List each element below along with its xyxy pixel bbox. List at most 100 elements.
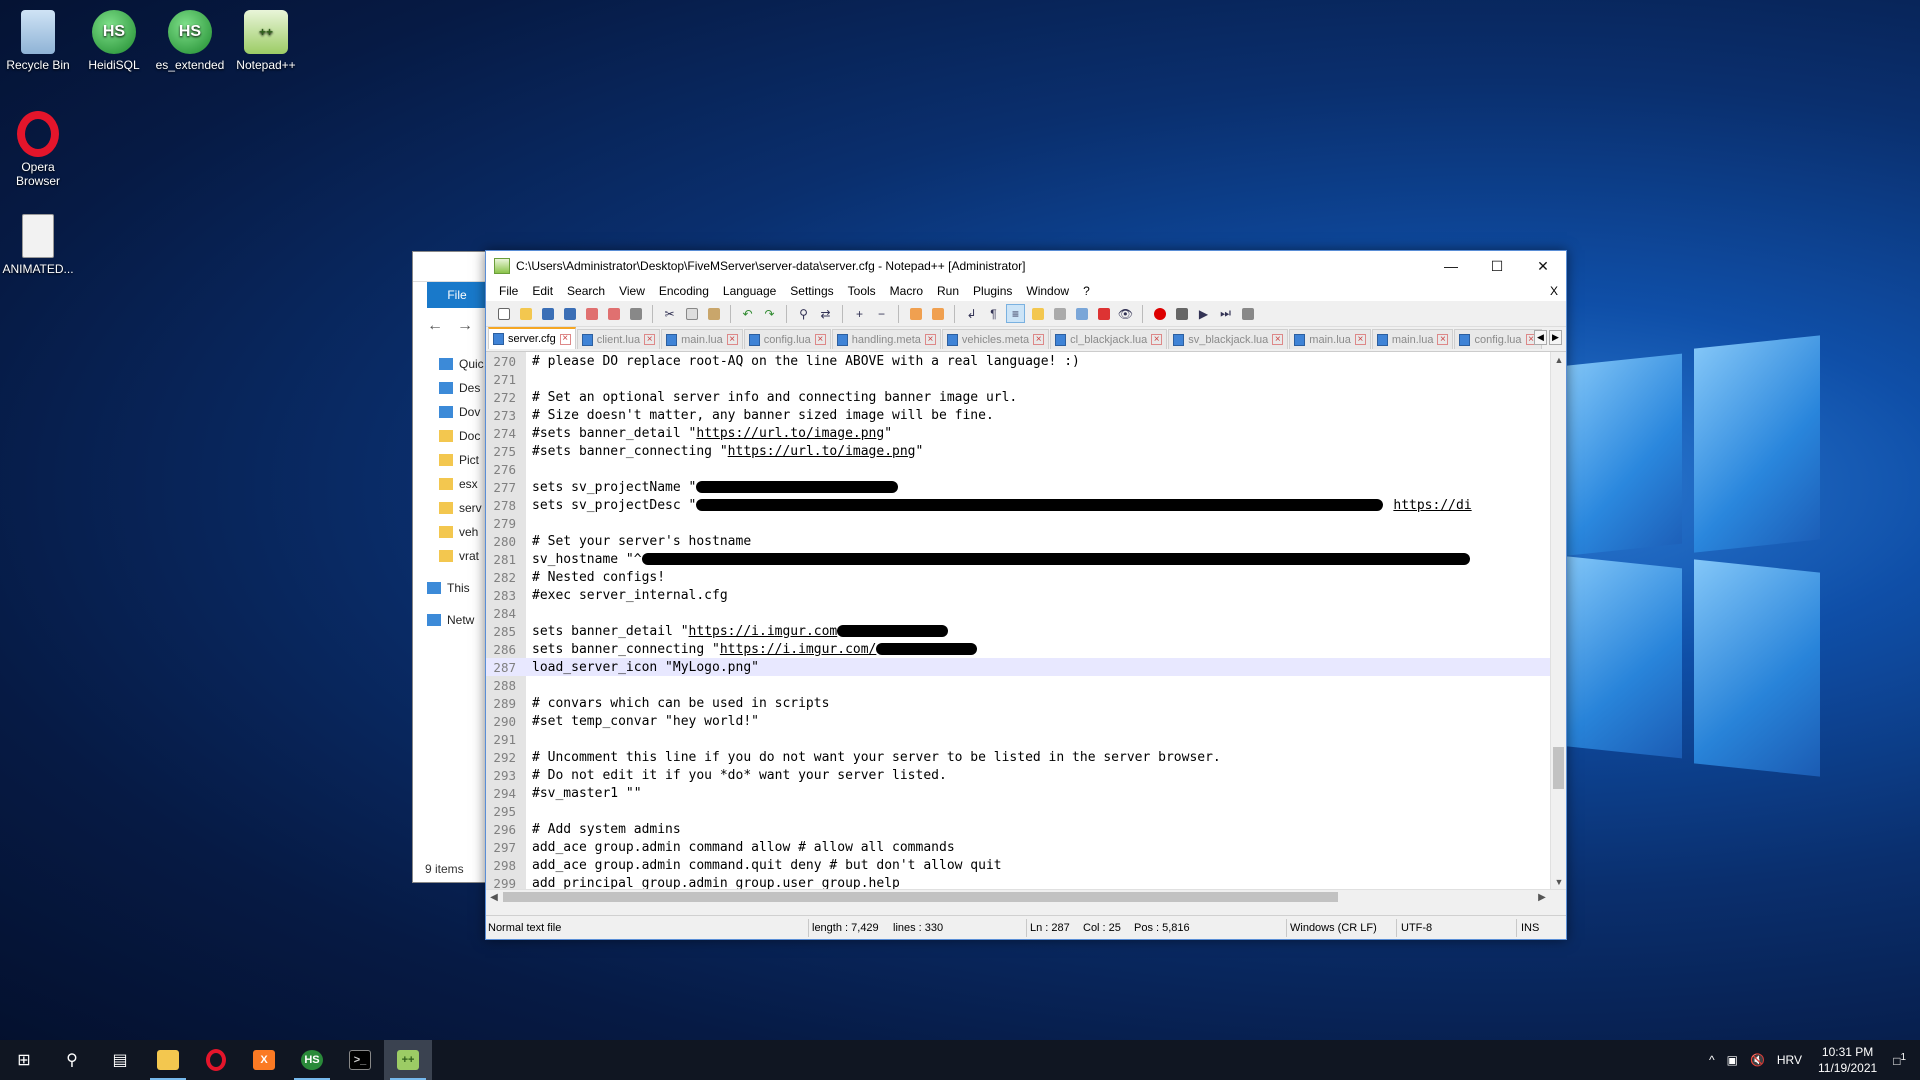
code-line[interactable]: 282 # Nested configs!: [486, 568, 1550, 586]
menu-encoding[interactable]: Encoding: [652, 281, 716, 301]
zoom-out-icon[interactable]: −: [872, 304, 891, 323]
horizontal-scrollbar[interactable]: ◀ ▶: [486, 889, 1566, 904]
monitoring-icon[interactable]: 👁: [1116, 304, 1135, 323]
show-all-characters-icon[interactable]: ¶: [984, 304, 1003, 323]
scrollbar-thumb[interactable]: [503, 892, 1338, 902]
tab-close-icon[interactable]: ×: [1437, 334, 1449, 345]
explorer-title-bar[interactable]: [413, 252, 485, 282]
desktop-icon-es-extended[interactable]: HS es_extended: [152, 4, 228, 72]
tree-item[interactable]: Quic: [413, 352, 485, 376]
new-file-icon[interactable]: [494, 304, 513, 323]
tab-main-lua[interactable]: main.lua ×: [661, 329, 743, 349]
tree-item[interactable]: serv: [413, 496, 485, 520]
desktop-icon-recycle-bin[interactable]: Recycle Bin: [0, 4, 76, 72]
url-link[interactable]: https://url.to/image.png: [696, 426, 884, 441]
opera-icon[interactable]: [192, 1040, 240, 1080]
close-button[interactable]: ✕: [1520, 251, 1566, 281]
explorer-file-tab[interactable]: File: [427, 282, 487, 308]
tree-item[interactable]: Netw: [413, 608, 485, 632]
status-encoding[interactable]: UTF-8: [1401, 922, 1432, 934]
tree-item[interactable]: This: [413, 576, 485, 600]
network-icon[interactable]: ▣: [1721, 1053, 1744, 1067]
menu-tools[interactable]: Tools: [841, 281, 883, 301]
title-bar[interactable]: C:\Users\Administrator\Desktop\FiveMServ…: [486, 251, 1566, 281]
tab-main-lua-2[interactable]: main.lua ×: [1289, 329, 1371, 349]
code-lines[interactable]: 270 # please DO replace root-AQ on the li…: [486, 352, 1550, 892]
print-icon[interactable]: [626, 304, 645, 323]
terminal-icon[interactable]: >_: [336, 1040, 384, 1080]
close-document-button[interactable]: X: [1550, 281, 1558, 301]
code-line[interactable]: 290 #set temp_convar "hey world!": [486, 712, 1550, 730]
indent-guide-icon[interactable]: ≡: [1006, 304, 1025, 323]
code-line[interactable]: 296 # Add system admins: [486, 820, 1550, 838]
scroll-left-icon[interactable]: ◀: [486, 890, 502, 904]
scroll-right-icon[interactable]: ▶: [1534, 890, 1550, 904]
document-list-icon[interactable]: [1094, 304, 1113, 323]
zoom-in-icon[interactable]: +: [850, 304, 869, 323]
tab-config-lua[interactable]: config.lua ×: [743, 329, 831, 349]
code-line[interactable]: 295: [486, 802, 1550, 820]
code-line[interactable]: 272 # Set an optional server info and con…: [486, 388, 1550, 406]
redo-icon[interactable]: ↷: [760, 304, 779, 323]
file-explorer-window[interactable]: File ← → Quic Des Dov Doc Pict esx serv …: [412, 251, 487, 883]
url-link[interactable]: https://url.to/image.png: [728, 444, 916, 459]
run-macro-multiple-icon[interactable]: ⏭: [1216, 304, 1235, 323]
code-line[interactable]: 289 # convars which can be used in script…: [486, 694, 1550, 712]
heidisql-icon[interactable]: HS: [288, 1040, 336, 1080]
tab-server-cfg[interactable]: server.cfg ×: [488, 327, 576, 349]
code-line[interactable]: 270 # please DO replace root-AQ on the li…: [486, 352, 1550, 370]
tab-config-lua-2[interactable]: config.lua ×: [1454, 329, 1542, 349]
sync-vertical-icon[interactable]: [906, 304, 925, 323]
tree-item[interactable]: Pict: [413, 448, 485, 472]
tab-sv-blackjack-lua[interactable]: sv_blackjack.lua ×: [1168, 329, 1289, 349]
tree-item[interactable]: vrat: [413, 544, 485, 568]
close-file-icon[interactable]: [582, 304, 601, 323]
xampp-icon[interactable]: X: [240, 1040, 288, 1080]
menu-edit[interactable]: Edit: [525, 281, 560, 301]
code-line[interactable]: 287 load_server_icon "MyLogo.png": [486, 658, 1550, 676]
cut-icon[interactable]: ✂: [660, 304, 679, 323]
tab-close-icon[interactable]: ×: [924, 334, 936, 345]
scrollbar-thumb[interactable]: [1553, 747, 1564, 789]
menu-plugins[interactable]: Plugins: [966, 281, 1019, 301]
menu-window[interactable]: Window: [1019, 281, 1076, 301]
code-line[interactable]: 288: [486, 676, 1550, 694]
code-line[interactable]: 274 #sets banner_detail "https://url.to/i…: [486, 424, 1550, 442]
code-line[interactable]: 283 #exec server_internal.cfg: [486, 586, 1550, 604]
tab-cl-blackjack-lua[interactable]: cl_blackjack.lua ×: [1050, 329, 1168, 349]
status-eol[interactable]: Windows (CR LF): [1290, 922, 1377, 934]
doc-map-icon[interactable]: [1028, 304, 1047, 323]
chevron-up-icon[interactable]: ^: [1703, 1053, 1721, 1067]
play-macro-icon[interactable]: ▶: [1194, 304, 1213, 323]
url-link[interactable]: https://i.imgur.com: [689, 624, 838, 639]
sync-horizontal-icon[interactable]: [928, 304, 947, 323]
tab-scroll-right-icon[interactable]: ▶: [1549, 330, 1562, 345]
tab-close-icon[interactable]: ×: [814, 334, 826, 345]
file-explorer-icon[interactable]: [144, 1040, 192, 1080]
notification-icon[interactable]: □1: [1887, 1052, 1920, 1068]
code-line[interactable]: 291: [486, 730, 1550, 748]
code-line[interactable]: 276: [486, 460, 1550, 478]
url-link[interactable]: https://i.imgur.com/: [720, 642, 877, 657]
tab-main-lua-3[interactable]: main.lua ×: [1371, 329, 1454, 349]
volume-muted-icon[interactable]: 🔇: [1744, 1053, 1771, 1067]
replace-icon[interactable]: ⇄: [816, 304, 835, 323]
stop-macro-icon[interactable]: [1172, 304, 1191, 323]
code-line[interactable]: 297 add_ace group.admin command allow # a…: [486, 838, 1550, 856]
minimize-button[interactable]: —: [1428, 251, 1474, 281]
tab-vehicles-meta[interactable]: vehicles.meta ×: [941, 329, 1050, 349]
code-line[interactable]: 292 # Uncomment this line if you do not w…: [486, 748, 1550, 766]
code-line[interactable]: 286 sets banner_connecting "https://i.img…: [486, 640, 1550, 658]
tab-close-icon[interactable]: ×: [1151, 334, 1163, 345]
code-line[interactable]: 293 # Do not edit it if you *do* want you…: [486, 766, 1550, 784]
code-editor[interactable]: 270 # please DO replace root-AQ on the li…: [486, 351, 1566, 904]
code-line[interactable]: 271: [486, 370, 1550, 388]
search-icon[interactable]: ⚲: [48, 1040, 96, 1080]
clock[interactable]: 10:31 PM 11/19/2021: [1808, 1044, 1887, 1076]
tab-close-icon[interactable]: ×: [1033, 334, 1045, 345]
notepad-plus-plus-window[interactable]: C:\Users\Administrator\Desktop\FiveMServ…: [485, 250, 1567, 940]
tree-item[interactable]: esx: [413, 472, 485, 496]
input-language[interactable]: HRV: [1771, 1053, 1808, 1067]
paste-icon[interactable]: [704, 304, 723, 323]
tree-item[interactable]: veh: [413, 520, 485, 544]
